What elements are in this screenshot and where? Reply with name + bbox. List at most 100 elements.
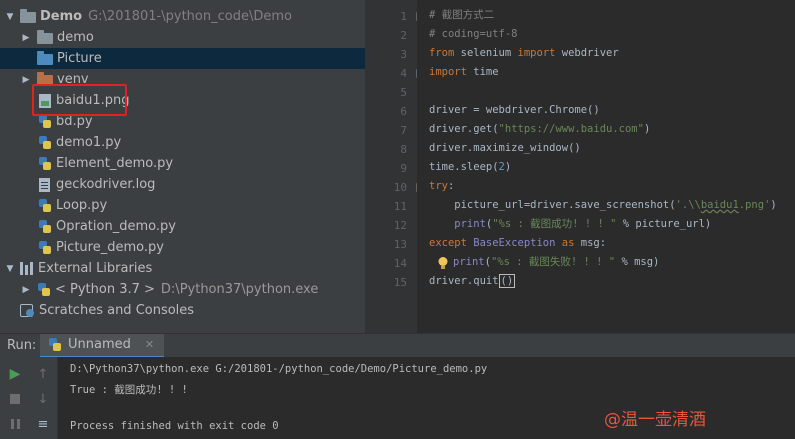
code-line-1: # 截图方式二 (429, 9, 495, 21)
library-icon (20, 262, 34, 275)
code-line-11: picture_url=driver.save_screenshot('.\\b… (429, 199, 777, 211)
arrow-down-icon[interactable]: ↓ (34, 390, 52, 408)
tree-item-baidu1-png[interactable]: baidu1.png (0, 90, 365, 111)
root-folder-path: G:\201801-\python_code\Demo (88, 9, 292, 24)
python-run-icon (49, 337, 61, 351)
tree-item-picture-demo-py[interactable]: Picture_demo.py (0, 237, 365, 258)
lightbulb-icon[interactable] (436, 256, 450, 270)
python-file-icon (38, 114, 52, 129)
tree-external-libraries[interactable]: ▼ External Libraries (0, 258, 365, 279)
chevron-right-icon[interactable]: ▶ (20, 75, 32, 85)
tree-item-element-demo-py[interactable]: Element_demo.py (0, 153, 365, 174)
line-number: 15 (393, 276, 407, 289)
line-number: 3 (400, 48, 407, 61)
folder-icon (37, 30, 53, 44)
tree-item-label: Picture (57, 51, 102, 66)
chevron-right-icon[interactable]: ▶ (20, 33, 32, 43)
tree-item-opration-demo-py[interactable]: Opration_demo.py (0, 216, 365, 237)
run-tab-unnamed[interactable]: Unnamed ✕ (40, 333, 165, 358)
code-line-4: import time (429, 66, 499, 78)
root-folder-label: Demo (40, 9, 83, 24)
run-label: Run: (7, 338, 37, 353)
tree-item-demo1-py[interactable]: demo1.py (0, 132, 365, 153)
python-file-icon (38, 156, 52, 171)
tree-scratches-consoles[interactable]: Scratches and Consoles (0, 300, 365, 321)
tree-python-sdk[interactable]: ▶ < Python 3.7 > D:\Python37\python.exe (0, 279, 365, 300)
python-file-icon (38, 198, 52, 213)
tree-item-label: venv (57, 72, 89, 87)
python-sdk-icon (37, 282, 51, 297)
scratches-icon (20, 304, 35, 317)
tree-item-label: Scratches and Consoles (39, 303, 195, 318)
code-line-6: driver = webdriver.Chrome() (429, 104, 600, 116)
line-number: 14 (393, 257, 407, 270)
python-file-icon (38, 219, 52, 234)
line-number: 6 (400, 105, 407, 118)
tree-item-geckodriver-log[interactable]: geckodriver.log (0, 174, 365, 195)
tree-item-label: demo (57, 30, 94, 45)
line-number: 8 (400, 143, 407, 156)
watermark: @温一壶清酒 (604, 410, 706, 430)
code-line-10: try: (429, 180, 455, 192)
tree-item-label: Opration_demo.py (56, 219, 176, 234)
stop-icon[interactable] (6, 390, 24, 408)
line-number: 5 (400, 86, 407, 99)
console-line: True : 截图成功! ! ! (70, 384, 188, 396)
arrow-up-icon[interactable]: ↑ (34, 365, 52, 383)
text-file-icon (39, 177, 50, 192)
tree-item-picture[interactable]: Picture (0, 48, 365, 69)
run-tool-window-header: Run: Unnamed ✕ (0, 333, 795, 358)
code-line-15: driver.quit() (429, 274, 516, 288)
tree-item-label: Element_demo.py (56, 156, 174, 171)
line-number: 13 (393, 238, 407, 251)
run-tab-label: Unnamed (68, 337, 131, 352)
tree-root-demo[interactable]: ▼ Demo G:\201801-\python_code\Demo (0, 6, 365, 27)
code-line-8: driver.maximize_window() (429, 142, 581, 154)
python-sdk-label: < Python 3.7 > (55, 282, 155, 297)
python-sdk-path: D:\Python37\python.exe (160, 282, 319, 297)
soft-wrap-icon[interactable]: ≡ (34, 415, 52, 433)
tree-item-label: geckodriver.log (56, 177, 156, 192)
code-line-9: time.sleep(2) (429, 161, 512, 173)
image-file-icon (39, 93, 51, 108)
tree-item-demo[interactable]: ▶ demo (0, 27, 365, 48)
line-number: 10 (393, 181, 407, 194)
line-number: 4 (400, 67, 407, 80)
line-number: 7 (400, 124, 407, 137)
code-line-7: driver.get("https://www.baidu.com") (429, 123, 651, 135)
line-number: 2 (400, 29, 407, 42)
tree-item-label: Loop.py (56, 198, 108, 213)
folder-icon (37, 51, 53, 65)
code-line-14: print("%s : 截图失败! ! ! " % msg) (453, 256, 660, 268)
chevron-down-icon[interactable]: ▼ (4, 264, 16, 274)
tree-item-venv[interactable]: ▶ venv (0, 69, 365, 90)
close-icon[interactable]: ✕ (145, 338, 154, 351)
python-file-icon (38, 240, 52, 255)
code-editor[interactable]: # 截图方式二 # coding=utf-8 from selenium imp… (417, 0, 795, 333)
rerun-icon[interactable]: ▶ (6, 365, 24, 383)
tree-item-loop-py[interactable]: Loop.py (0, 195, 365, 216)
tree-item-label: bd.py (56, 114, 93, 129)
run-toolbar: ▶ ↑ ↓ ≡ (0, 357, 58, 439)
line-number-gutter: 1 2 3 4 5 6 7 8 9 10 11 12 13 14 15 (365, 0, 417, 333)
tree-item-label: demo1.py (56, 135, 122, 150)
python-file-icon (38, 135, 52, 150)
code-line-12: print("%s : 截图成功! ! ! " % picture_url) (429, 218, 712, 230)
console-line: Process finished with exit code 0 (70, 420, 279, 432)
console-line: D:\Python37\python.exe G:/201801-/python… (70, 363, 488, 375)
line-number: 9 (400, 162, 407, 175)
pause-icon[interactable] (6, 415, 24, 433)
tree-item-label: baidu1.png (56, 93, 130, 108)
code-line-2: # coding=utf-8 (429, 28, 518, 40)
tree-item-bd-py[interactable]: bd.py (0, 111, 365, 132)
chevron-down-icon[interactable]: ▼ (4, 12, 16, 22)
line-number: 12 (393, 219, 407, 232)
folder-icon (20, 9, 36, 23)
code-line-13: except BaseException as msg: (429, 237, 607, 249)
line-number: 11 (393, 200, 407, 213)
line-number: 1 (400, 10, 407, 23)
tree-item-label: Picture_demo.py (56, 240, 164, 255)
project-tool-window: ▼ Demo G:\201801-\python_code\Demo ▶ dem… (0, 0, 365, 333)
chevron-right-icon[interactable]: ▶ (20, 285, 32, 295)
code-line-3: from selenium import webdriver (429, 47, 619, 59)
